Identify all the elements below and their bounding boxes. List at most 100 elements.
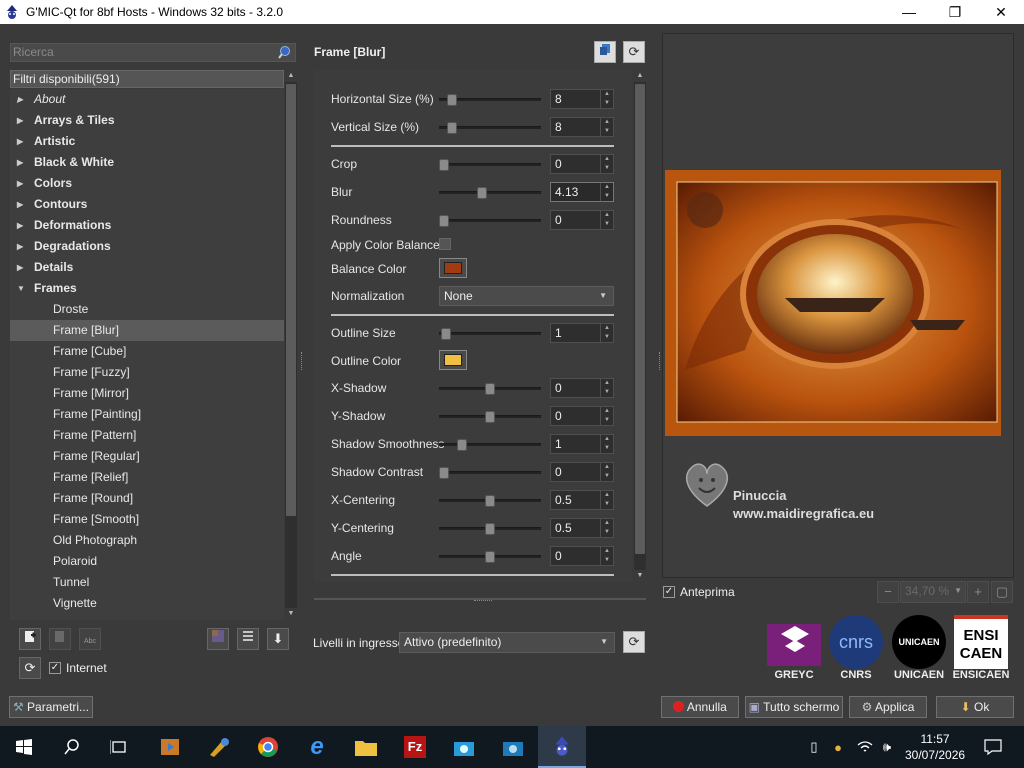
reset-params-button[interactable]: ⟳ bbox=[623, 41, 645, 63]
expand-all-button[interactable]: ⬇ bbox=[267, 628, 289, 650]
tree-item-colors[interactable]: ▶ Colors bbox=[10, 173, 284, 194]
tree-item-frame-painting[interactable]: Frame [Painting] bbox=[10, 404, 284, 425]
splitter-grip-icon[interactable] bbox=[474, 600, 492, 602]
internet-explorer-icon[interactable]: e bbox=[302, 732, 332, 762]
tree-item-frame-regular[interactable]: Frame [Regular] bbox=[10, 446, 284, 467]
list-view-button[interactable] bbox=[237, 628, 259, 650]
tray-app-icon[interactable]: ● bbox=[828, 732, 848, 762]
zoom-reset-button[interactable]: ▢ bbox=[991, 581, 1013, 603]
y-centering-spinbox[interactable]: 0.5 ▲ ▼ bbox=[550, 518, 614, 538]
slider-knob[interactable] bbox=[447, 94, 457, 106]
expand-arrow-icon[interactable]: ▶ bbox=[17, 236, 23, 257]
slider-knob[interactable] bbox=[439, 159, 449, 171]
slider-knob[interactable] bbox=[457, 439, 467, 451]
ok-button[interactable]: ⬇ Ok bbox=[936, 696, 1014, 718]
tree-item-frames[interactable]: ▼ Frames bbox=[10, 278, 284, 299]
search-input[interactable]: Ricerca bbox=[10, 43, 296, 62]
tree-scrollbar[interactable]: ▲ ▼ bbox=[285, 70, 297, 620]
balance-color-swatch[interactable] bbox=[439, 258, 467, 278]
task-view-icon[interactable] bbox=[104, 732, 134, 762]
filezilla-icon[interactable]: Fz bbox=[400, 732, 430, 762]
spin-arrows-icon[interactable]: ▲ ▼ bbox=[600, 463, 613, 481]
x-shadow-spinbox[interactable]: 0 ▲ ▼ bbox=[550, 378, 614, 398]
tree-item-deformations[interactable]: ▶ Deformations bbox=[10, 215, 284, 236]
tree-item-artistic[interactable]: ▶ Artistic bbox=[10, 131, 284, 152]
shadow-smoothness-spinbox[interactable]: 1 ▲ ▼ bbox=[550, 434, 614, 454]
search-icon[interactable] bbox=[277, 45, 292, 60]
expand-arrow-icon[interactable]: ▶ bbox=[17, 257, 23, 278]
slider-knob[interactable] bbox=[485, 495, 495, 507]
horizontal-size-slider[interactable] bbox=[439, 94, 541, 106]
x-centering-spinbox[interactable]: 0.5 ▲ ▼ bbox=[550, 490, 614, 510]
tree-item-black-white[interactable]: ▶ Black & White bbox=[10, 152, 284, 173]
vertical-size-slider[interactable] bbox=[439, 122, 541, 134]
spin-arrows-icon[interactable]: ▲ ▼ bbox=[600, 491, 613, 509]
crop-spinbox[interactable]: 0 ▲ ▼ bbox=[550, 154, 614, 174]
tree-item-frame-pattern[interactable]: Frame [Pattern] bbox=[10, 425, 284, 446]
crop-slider[interactable] bbox=[439, 159, 541, 171]
x-centering-slider[interactable] bbox=[439, 495, 541, 507]
maximize-button[interactable]: ❐ bbox=[932, 0, 978, 24]
tree-item-frame-blur[interactable]: Frame [Blur] bbox=[10, 320, 284, 341]
refresh-filters-button[interactable]: ⟳ bbox=[19, 657, 41, 679]
slider-knob[interactable] bbox=[485, 523, 495, 535]
remove-favorite-button[interactable] bbox=[49, 628, 71, 650]
usb-tray-icon[interactable]: ▯ bbox=[804, 732, 824, 762]
shadow-smoothness-slider[interactable] bbox=[439, 439, 541, 451]
spin-arrows-icon[interactable]: ▲ ▼ bbox=[600, 90, 613, 108]
photo-app-icon[interactable] bbox=[498, 732, 528, 762]
tree-item-polaroid[interactable]: Polaroid bbox=[10, 551, 284, 572]
tree-item-details[interactable]: ▶ Details bbox=[10, 257, 284, 278]
spin-arrows-icon[interactable]: ▲ ▼ bbox=[600, 324, 613, 342]
refresh-input-button[interactable]: ⟳ bbox=[623, 631, 645, 653]
scroll-up-icon[interactable]: ▲ bbox=[634, 70, 646, 82]
apply-button[interactable]: ⚙ Applica bbox=[849, 696, 927, 718]
close-button[interactable]: ✕ bbox=[978, 0, 1024, 24]
parameters-button[interactable]: ⚒ Parametri... bbox=[9, 696, 93, 718]
zoom-level-field[interactable]: 34,70 % ▼ bbox=[900, 581, 966, 603]
scroll-down-icon[interactable]: ▼ bbox=[285, 608, 297, 620]
angle-slider[interactable] bbox=[439, 551, 541, 563]
wifi-icon[interactable] bbox=[855, 732, 875, 762]
spin-arrows-icon[interactable]: ▲ ▼ bbox=[600, 183, 613, 201]
zoom-out-button[interactable]: − bbox=[877, 581, 899, 603]
blur-slider[interactable] bbox=[439, 187, 541, 199]
roundness-slider[interactable] bbox=[439, 215, 541, 227]
collapse-arrow-icon[interactable]: ▼ bbox=[17, 278, 25, 299]
copy-to-clipboard-button[interactable] bbox=[594, 41, 616, 63]
y-centering-slider[interactable] bbox=[439, 523, 541, 535]
y-shadow-spinbox[interactable]: 0 ▲ ▼ bbox=[550, 406, 614, 426]
expand-arrow-icon[interactable]: ▶ bbox=[17, 173, 23, 194]
tree-item-droste[interactable]: Droste bbox=[10, 299, 284, 320]
chrome-icon[interactable] bbox=[253, 732, 283, 762]
input-layers-dropdown[interactable]: Attivo (predefinito) ▼ bbox=[399, 632, 615, 653]
expand-arrow-icon[interactable]: ▶ bbox=[17, 215, 23, 236]
x-shadow-slider[interactable] bbox=[439, 383, 541, 395]
spin-arrows-icon[interactable]: ▲ ▼ bbox=[600, 379, 613, 397]
zoom-in-button[interactable]: + bbox=[967, 581, 989, 603]
angle-spinbox[interactable]: 0 ▲ ▼ bbox=[550, 546, 614, 566]
scroll-down-icon[interactable]: ▼ bbox=[634, 570, 646, 582]
slider-knob[interactable] bbox=[485, 411, 495, 423]
apply-color-balance-checkbox[interactable] bbox=[439, 238, 451, 250]
scrollbar-thumb[interactable] bbox=[635, 84, 645, 554]
spin-arrows-icon[interactable]: ▲ ▼ bbox=[600, 407, 613, 425]
tree-item-frame-round[interactable]: Frame [Round] bbox=[10, 488, 284, 509]
slider-knob[interactable] bbox=[447, 122, 457, 134]
minimize-button[interactable]: — bbox=[886, 0, 932, 24]
camera-app-icon[interactable] bbox=[449, 732, 479, 762]
media-player-icon[interactable] bbox=[155, 732, 185, 762]
y-shadow-slider[interactable] bbox=[439, 411, 541, 423]
paint-program-icon[interactable] bbox=[204, 732, 234, 762]
preview-checkbox[interactable]: ✓ bbox=[663, 586, 675, 598]
spin-arrows-icon[interactable]: ▲ ▼ bbox=[600, 155, 613, 173]
spin-arrows-icon[interactable]: ▲ ▼ bbox=[600, 118, 613, 136]
spin-arrows-icon[interactable]: ▲ ▼ bbox=[600, 211, 613, 229]
preview-area[interactable]: Pinuccia www.maidiregrafica.eu bbox=[662, 33, 1014, 578]
expand-arrow-icon[interactable]: ▶ bbox=[17, 89, 23, 110]
roundness-spinbox[interactable]: 0 ▲ ▼ bbox=[550, 210, 614, 230]
params-scrollbar[interactable]: ▲ ▼ bbox=[634, 70, 646, 582]
outline-size-slider[interactable] bbox=[439, 328, 541, 340]
slider-knob[interactable] bbox=[485, 383, 495, 395]
tree-item-frame-mirror[interactable]: Frame [Mirror] bbox=[10, 383, 284, 404]
